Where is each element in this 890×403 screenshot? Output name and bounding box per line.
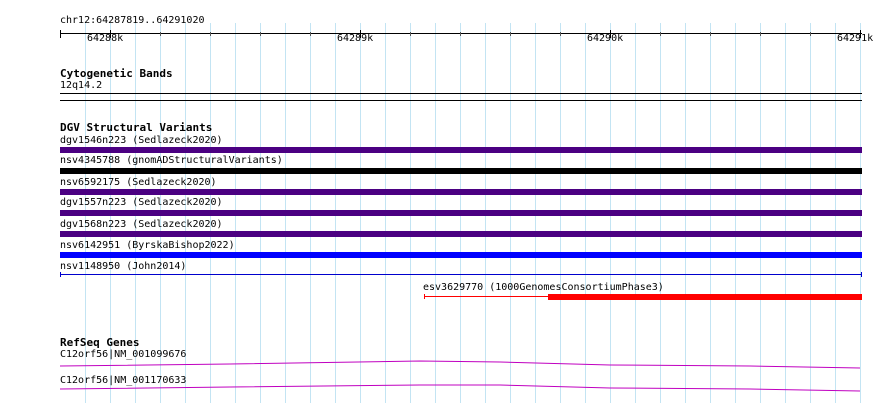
- gene-curve-2[interactable]: [0, 0, 890, 403]
